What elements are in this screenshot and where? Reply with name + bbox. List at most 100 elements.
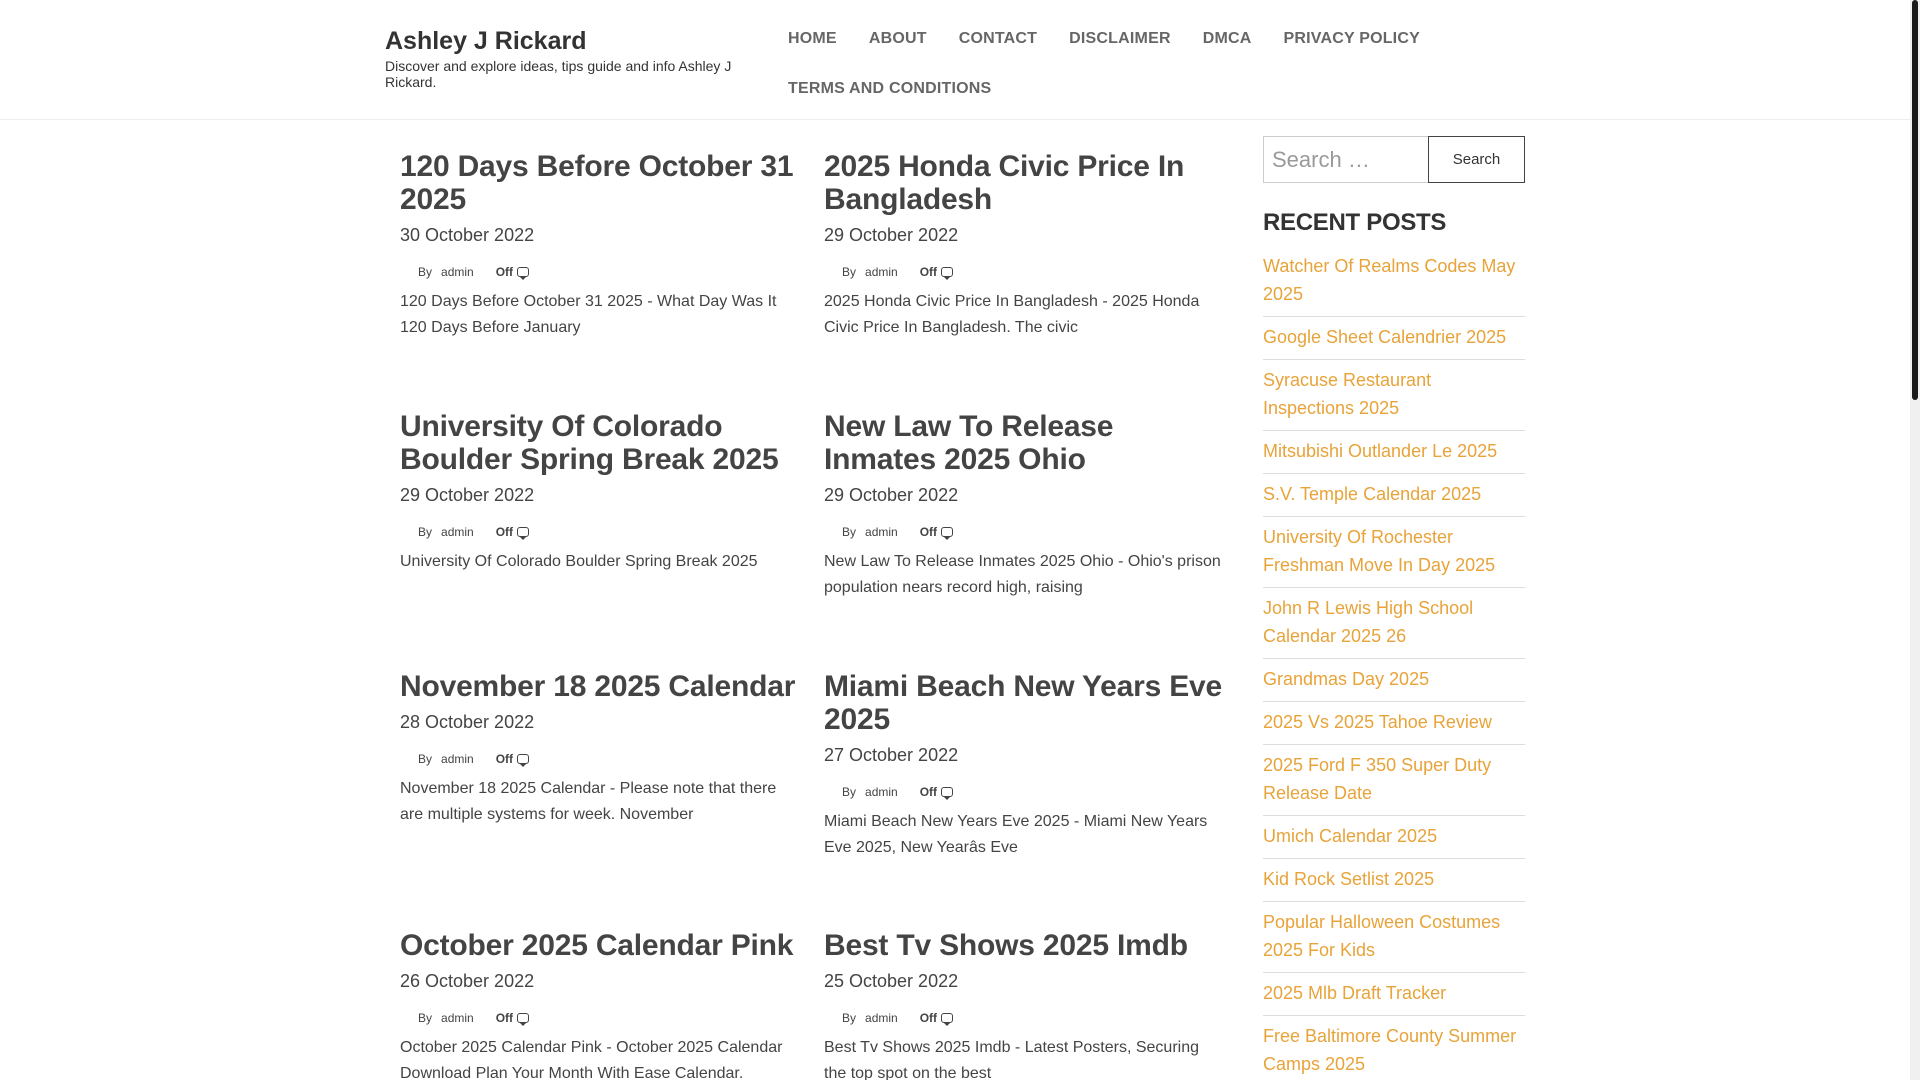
- comment-icon: [941, 1013, 954, 1026]
- scrollbar-thumb[interactable]: [1912, 0, 1918, 400]
- recent-post-link[interactable]: John R Lewis High School Calendar 2025 2…: [1263, 594, 1525, 650]
- comment-icon: [941, 267, 954, 280]
- recent-post-link[interactable]: 2025 Ford F 350 Super Duty Release Date: [1263, 751, 1525, 807]
- list-item: S.V. Temple Calendar 2025: [1263, 474, 1525, 517]
- sidebar: Search RECENT POSTS Watcher Of Realms Co…: [1263, 136, 1525, 1080]
- post-author-link[interactable]: admin: [441, 752, 474, 766]
- recent-post-link[interactable]: Syracuse Restaurant Inspections 2025: [1263, 366, 1525, 422]
- post-excerpt: October 2025 Calendar Pink - October 202…: [400, 1039, 783, 1080]
- user-icon: [403, 1013, 411, 1023]
- recent-post-link[interactable]: University Of Rochester Freshman Move In…: [1263, 523, 1525, 579]
- recent-post-link[interactable]: Umich Calendar 2025: [1263, 822, 1525, 850]
- post-title[interactable]: 2025 Honda Civic Price In Bangladesh: [824, 150, 1224, 216]
- list-item: Syracuse Restaurant Inspections 2025: [1263, 360, 1525, 431]
- recent-post-link[interactable]: Kid Rock Setlist 2025: [1263, 865, 1525, 893]
- recent-posts-title: RECENT POSTS: [1263, 209, 1447, 236]
- recent-post-link[interactable]: Free Baltimore County Summer Camps 2025: [1263, 1022, 1525, 1078]
- recent-post-link[interactable]: Mitsubishi Outlander Le 2025: [1263, 437, 1525, 465]
- recent-post-link[interactable]: 2025 Vs 2025 Tahoe Review: [1263, 708, 1525, 736]
- post-card: University Of Colorado Boulder Spring Br…: [400, 410, 800, 575]
- post-comments-status: Off: [919, 525, 938, 539]
- post-excerpt: University Of Colorado Boulder Spring Br…: [400, 553, 758, 570]
- list-item: 2025 Mlb Draft Tracker: [1263, 973, 1525, 1016]
- post-date: 29 October 2022: [400, 485, 535, 505]
- post-by-label: By: [842, 525, 857, 539]
- nav-item-privacy-policy: PRIVACY POLICY: [1268, 14, 1436, 64]
- nav-link-dmca[interactable]: DMCA: [1203, 30, 1252, 48]
- nav-link-disclaimer[interactable]: DISCLAIMER: [1069, 30, 1171, 48]
- post-title[interactable]: Miami Beach New Years Eve 2025: [824, 670, 1224, 736]
- main-navigation: HOME ABOUT CONTACT DISCLAIMER DMCA PRIVA…: [772, 14, 1532, 114]
- user-icon: [403, 527, 411, 537]
- search-button[interactable]: Search: [1428, 136, 1525, 183]
- nav-link-terms[interactable]: TERMS AND CONDITIONS: [788, 80, 991, 98]
- post-title[interactable]: November 18 2025 Calendar: [400, 670, 800, 703]
- recent-post-link[interactable]: Watcher Of Realms Codes May 2025: [1263, 252, 1525, 308]
- post-meta: By admin Off: [824, 524, 1224, 540]
- comment-icon: [941, 787, 954, 800]
- user-icon: [827, 267, 835, 277]
- post-author-link[interactable]: admin: [441, 265, 474, 279]
- recent-post-link[interactable]: Grandmas Day 2025: [1263, 665, 1525, 693]
- search-form: Search: [1263, 136, 1525, 183]
- post-meta: By admin Off: [400, 1010, 800, 1026]
- post-meta: By admin Off: [400, 524, 800, 540]
- post-card: New Law To Release Inmates 2025 Ohio 29 …: [824, 410, 1224, 601]
- nav-link-contact[interactable]: CONTACT: [959, 30, 1037, 48]
- post-date: 25 October 2022: [824, 971, 959, 991]
- post-comments-status: Off: [919, 265, 938, 279]
- list-item: Google Sheet Calendrier 2025: [1263, 317, 1525, 360]
- list-item: Mitsubishi Outlander Le 2025: [1263, 431, 1525, 474]
- list-item: Popular Halloween Costumes 2025 For Kids: [1263, 902, 1525, 973]
- post-meta: By admin Off: [824, 784, 1224, 800]
- user-icon: [827, 1013, 835, 1023]
- post-author-link[interactable]: admin: [865, 525, 898, 539]
- post-card: Miami Beach New Years Eve 2025 27 Octobe…: [824, 670, 1224, 861]
- post-date: 28 October 2022: [400, 712, 535, 732]
- post-card: 120 Days Before October 31 2025 30 Octob…: [400, 150, 800, 341]
- post-comments-status: Off: [495, 525, 514, 539]
- nav-item-disclaimer: DISCLAIMER: [1053, 14, 1187, 64]
- site-header: Ashley J Rickard Discover and explore id…: [0, 0, 1910, 120]
- list-item: Kid Rock Setlist 2025: [1263, 859, 1525, 902]
- nav-link-home[interactable]: HOME: [788, 30, 837, 48]
- post-card: November 18 2025 Calendar 28 October 202…: [400, 670, 800, 828]
- post-excerpt: 120 Days Before October 31 2025 - What D…: [400, 293, 777, 336]
- list-item: Umich Calendar 2025: [1263, 816, 1525, 859]
- recent-post-link[interactable]: 2025 Mlb Draft Tracker: [1263, 979, 1525, 1007]
- post-card: Best Tv Shows 2025 Imdb 25 October 2022 …: [824, 929, 1224, 1080]
- post-title[interactable]: University Of Colorado Boulder Spring Br…: [400, 410, 800, 476]
- post-author-link[interactable]: admin: [441, 525, 474, 539]
- recent-posts-list: Watcher Of Realms Codes May 2025 Google …: [1263, 246, 1525, 1080]
- post-title[interactable]: 120 Days Before October 31 2025: [400, 150, 800, 216]
- list-item: Grandmas Day 2025: [1263, 659, 1525, 702]
- nav-item-dmca: DMCA: [1187, 14, 1268, 64]
- post-by-label: By: [418, 1011, 433, 1025]
- post-comments-status: Off: [919, 1011, 938, 1025]
- post-title[interactable]: October 2025 Calendar Pink: [400, 929, 800, 962]
- post-title[interactable]: Best Tv Shows 2025 Imdb: [824, 929, 1224, 962]
- list-item: Watcher Of Realms Codes May 2025: [1263, 246, 1525, 317]
- post-comments-status: Off: [495, 1011, 514, 1025]
- comment-icon: [941, 527, 954, 540]
- post-excerpt: Miami Beach New Years Eve 2025 - Miami N…: [824, 813, 1208, 856]
- post-date: 26 October 2022: [400, 971, 535, 991]
- post-meta: By admin Off: [824, 1010, 1224, 1026]
- recent-post-link[interactable]: Popular Halloween Costumes 2025 For Kids: [1263, 908, 1525, 964]
- recent-post-link[interactable]: Google Sheet Calendrier 2025: [1263, 323, 1525, 351]
- nav-link-privacy-policy[interactable]: PRIVACY POLICY: [1284, 30, 1420, 48]
- recent-post-link[interactable]: S.V. Temple Calendar 2025: [1263, 480, 1525, 508]
- post-author-link[interactable]: admin: [865, 265, 898, 279]
- nav-link-about[interactable]: ABOUT: [869, 30, 927, 48]
- list-item: 2025 Ford F 350 Super Duty Release Date: [1263, 745, 1525, 816]
- post-meta: By admin Off: [824, 264, 1224, 280]
- post-excerpt: Best Tv Shows 2025 Imdb - Latest Posters…: [824, 1039, 1199, 1080]
- post-author-link[interactable]: admin: [865, 1011, 898, 1025]
- user-icon: [827, 527, 835, 537]
- post-author-link[interactable]: admin: [441, 1011, 474, 1025]
- post-title[interactable]: New Law To Release Inmates 2025 Ohio: [824, 410, 1224, 476]
- search-input[interactable]: [1263, 136, 1429, 183]
- post-author-link[interactable]: admin: [865, 785, 898, 799]
- page-scrollbar[interactable]: [1910, 0, 1920, 1080]
- site-title[interactable]: Ashley J Rickard: [385, 26, 755, 56]
